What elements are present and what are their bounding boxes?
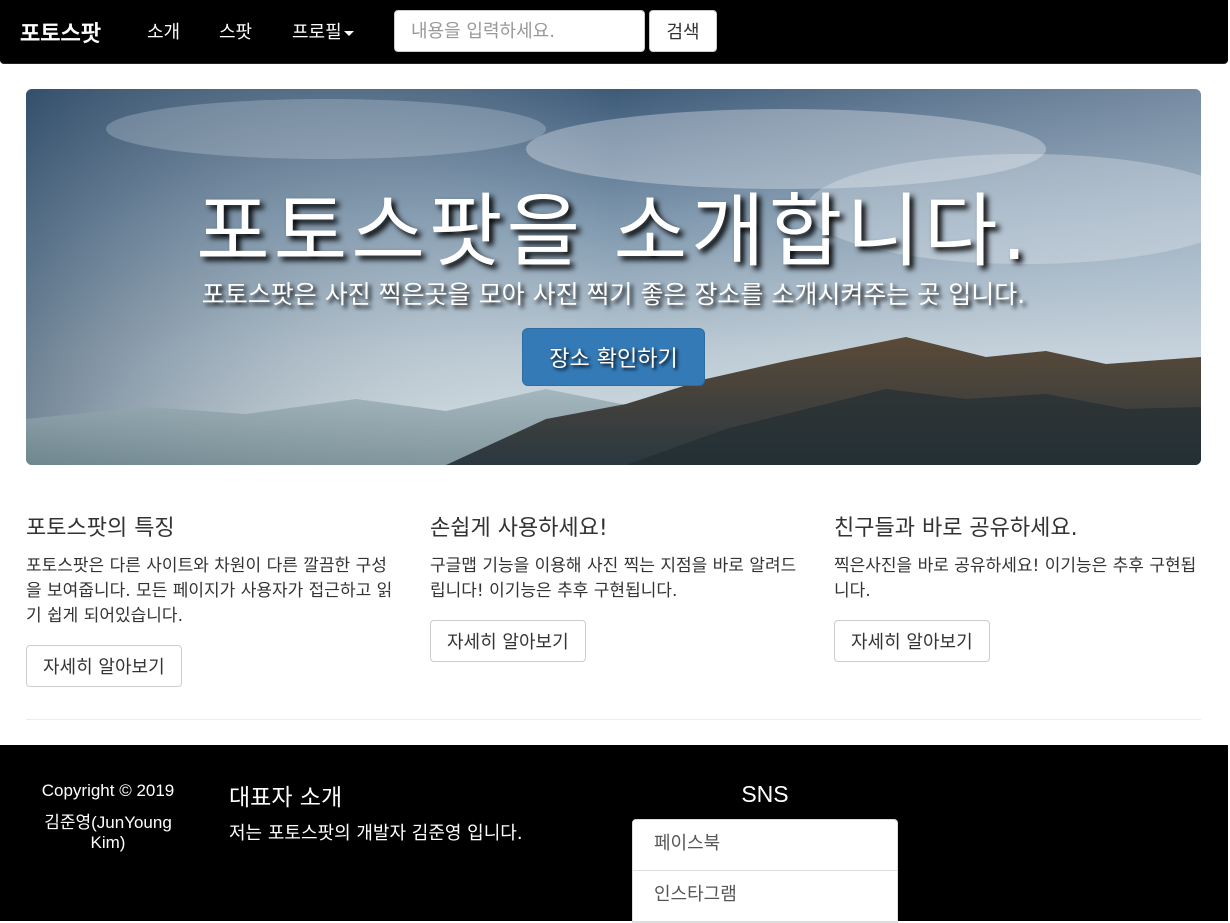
representative-title: 대표자 소개 <box>229 785 343 811</box>
nav-item-profile-label: 프로필 <box>292 22 342 43</box>
nav-item-intro[interactable]: 소개 <box>147 18 180 44</box>
divider <box>26 719 1201 720</box>
search-button[interactable]: 검색 <box>649 10 717 52</box>
learn-more-button[interactable]: 자세히 알아보기 <box>26 645 182 687</box>
nav-item-profile-dropdown[interactable]: 프로필 <box>292 18 354 44</box>
hero-title: 포토스팟을 소개합니다. <box>196 185 1031 278</box>
view-places-button[interactable]: 장소 확인하기 <box>522 328 705 386</box>
feature-column: 손쉽게 사용하세요! 구글맵 기능을 이용해 사진 찍는 지점을 바로 알려드립… <box>430 510 800 662</box>
hero-subtitle: 포토스팟은 사진 찍은곳을 모아 사진 찍기 좋은 장소를 소개시켜주는 곳 입… <box>201 280 1026 309</box>
sns-title: SNS <box>741 781 789 807</box>
learn-more-button[interactable]: 자세히 알아보기 <box>834 620 990 662</box>
hero-jumbotron: 포토스팟을 소개합니다. 포토스팟은 사진 찍은곳을 모아 사진 찍기 좋은 장… <box>26 89 1201 465</box>
feature-text: 구글맵 기능을 이용해 사진 찍는 지점을 바로 알려드립니다! 이기능은 추후… <box>430 556 797 601</box>
copyright-text: Copyright © 2019 <box>41 781 175 800</box>
footer: Copyright © 2019 김준영(JunYoung Kim) 대표자 소… <box>0 745 1228 923</box>
feature-text: 찍은사진을 바로 공유하세요! 이기능은 추후 구현됩니다. <box>834 556 1197 601</box>
feature-column: 친구들과 바로 공유하세요. 찍은사진을 바로 공유하세요! 이기능은 추후 구… <box>834 510 1204 662</box>
copyright-block: Copyright © 2019 김준영(JunYoung Kim) <box>30 781 186 853</box>
feature-title: 손쉽게 사용하세요! <box>430 516 608 541</box>
sns-list: 페이스북 인스타그램 <box>632 819 898 923</box>
feature-text: 포토스팟은 다른 사이트와 차원이 다른 깔끔한 구성을 보여줍니다. 모든 페… <box>26 556 393 626</box>
caret-down-icon <box>343 30 354 36</box>
search-input[interactable] <box>394 10 645 52</box>
feature-title: 포토스팟의 특징 <box>26 516 175 541</box>
brand-logo[interactable]: 포토스팟 <box>20 16 101 48</box>
author-name: 김준영(JunYoung Kim) <box>44 813 172 852</box>
sns-item-instagram[interactable]: 인스타그램 <box>633 871 897 922</box>
navbar: 포토스팟 소개 스팟 프로필 검색 <box>0 0 1228 64</box>
sns-item-facebook[interactable]: 페이스북 <box>633 820 897 871</box>
feature-title: 친구들과 바로 공유하세요. <box>834 516 1078 541</box>
feature-column: 포토스팟의 특징 포토스팟은 다른 사이트와 차원이 다른 깔끔한 구성을 보여… <box>26 510 396 687</box>
representative-text: 저는 포토스팟의 개발자 김준영 입니다. <box>229 823 523 844</box>
learn-more-button[interactable]: 자세히 알아보기 <box>430 620 586 662</box>
nav-item-spot[interactable]: 스팟 <box>219 18 252 44</box>
